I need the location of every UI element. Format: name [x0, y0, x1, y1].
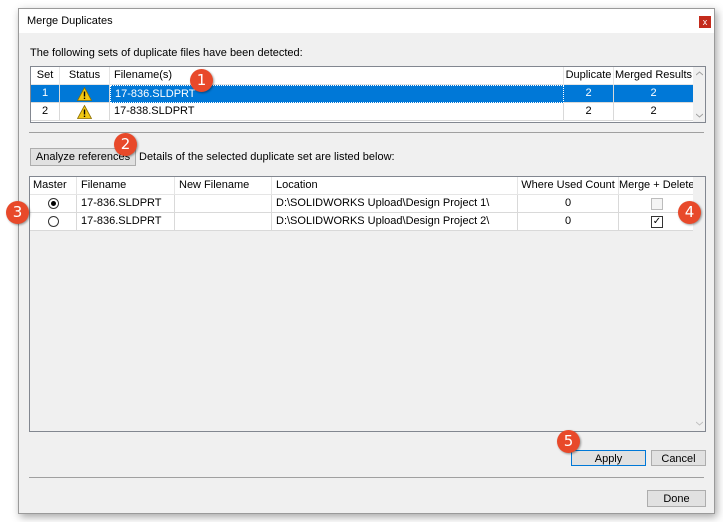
set-cell: 1	[31, 85, 60, 103]
details-empty-area	[30, 231, 695, 431]
master-cell	[30, 195, 77, 213]
location-cell: D:\SOLIDWORKS Upload\Design Project 1\	[272, 195, 518, 213]
cancel-button[interactable]: Cancel	[651, 450, 706, 466]
status-cell	[60, 85, 110, 103]
callout-badge: 2	[114, 133, 137, 156]
status-cell[interactable]	[60, 103, 110, 121]
sets-caption: The following sets of duplicate files ha…	[30, 47, 303, 59]
scroll-down-icon[interactable]	[696, 421, 703, 426]
col-header-new-filename[interactable]: New Filename	[175, 177, 272, 195]
master-radio[interactable]	[48, 216, 59, 227]
col-header-filenames[interactable]: Filename(s)	[110, 67, 564, 85]
title-bar: Merge Duplicates x	[19, 9, 714, 33]
callout-badge: 4	[678, 201, 701, 224]
merged-results-cell: 2	[614, 85, 694, 103]
col-header-filename[interactable]: Filename	[77, 177, 175, 195]
col-header-duplicate[interactable]: Duplicate	[564, 67, 614, 85]
col-header-merge-delete[interactable]: Merge + Delete	[619, 177, 695, 195]
filename-cell: 17-836.SLDPRT	[110, 85, 564, 103]
where-used-count-cell: 0	[518, 195, 619, 213]
col-header-where-used-count[interactable]: Where Used Count	[518, 177, 619, 195]
apply-button[interactable]: Apply	[571, 450, 646, 466]
where-used-count-cell: 0	[518, 213, 619, 231]
scroll-up-icon[interactable]	[696, 71, 703, 76]
vertical-scrollbar[interactable]	[693, 67, 705, 122]
merge-delete-checkbox	[651, 198, 663, 210]
details-caption: Details of the selected duplicate set ar…	[139, 151, 395, 163]
master-radio[interactable]	[48, 198, 59, 209]
col-header-location[interactable]: Location	[272, 177, 518, 195]
col-header-set[interactable]: Set	[31, 67, 60, 85]
col-header-status[interactable]: Status	[60, 67, 110, 85]
new-filename-cell[interactable]	[175, 213, 272, 231]
new-filename-cell[interactable]	[175, 195, 272, 213]
details-table: Master Filename New Filename Location Wh…	[29, 176, 706, 432]
callout-badge: 5	[557, 430, 580, 453]
col-header-merged-results[interactable]: Merged Results	[614, 67, 694, 85]
merge-duplicates-dialog: Merge Duplicates x The following sets of…	[18, 8, 715, 514]
window-title: Merge Duplicates	[27, 15, 113, 27]
warning-icon	[77, 105, 92, 119]
warning-icon	[77, 87, 92, 101]
callout-badge: 3	[6, 201, 29, 224]
callout-badge: 1	[190, 69, 213, 92]
duplicate-cell[interactable]: 2	[564, 103, 614, 121]
merge-delete-checkbox[interactable]: ✓	[651, 216, 663, 228]
duplicate-cell: 2	[564, 85, 614, 103]
location-cell: D:\SOLIDWORKS Upload\Design Project 2\	[272, 213, 518, 231]
master-cell	[30, 213, 77, 231]
separator	[29, 132, 704, 133]
filename-cell: 17-836.SLDPRT	[77, 213, 175, 231]
col-header-master[interactable]: Master	[30, 177, 77, 195]
close-button[interactable]: x	[699, 16, 711, 28]
duplicate-sets-table: Set Status Filename(s) Duplicate Merged …	[30, 66, 706, 123]
scroll-down-icon[interactable]	[696, 113, 703, 118]
filename-cell: 17-836.SLDPRT	[77, 195, 175, 213]
merged-results-cell[interactable]: 2	[614, 103, 694, 121]
separator	[29, 477, 704, 478]
set-cell[interactable]: 2	[31, 103, 60, 121]
filename-cell[interactable]: 17-838.SLDPRT	[110, 103, 564, 121]
done-button[interactable]: Done	[647, 490, 706, 507]
